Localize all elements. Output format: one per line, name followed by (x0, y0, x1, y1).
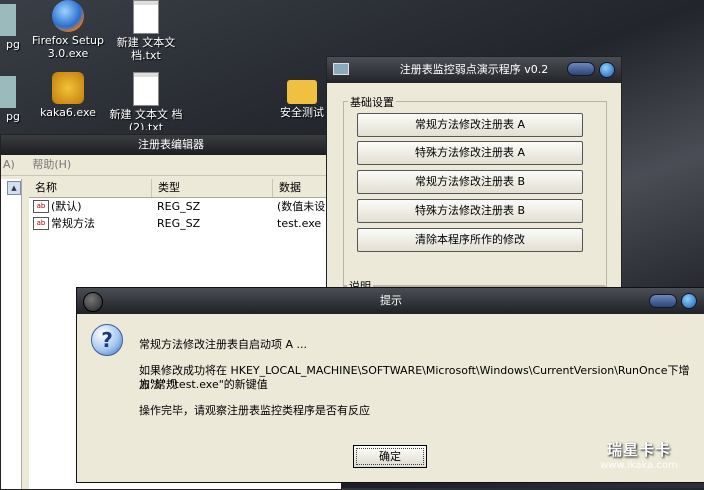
question-icon: ? (91, 324, 123, 356)
column-header-type[interactable]: 类型 (152, 179, 273, 197)
special-modify-a-button[interactable]: 特殊方法修改注册表 A (357, 141, 583, 165)
menu-item-partial[interactable]: A) (3, 158, 15, 171)
value-type: REG_SZ (157, 200, 201, 213)
message-line-2b: 方法","test.exe"的新键值 (139, 378, 268, 391)
watermark: 瑞星卡卡 www.ikaka.com (574, 440, 704, 480)
menu-item-help[interactable]: 帮助(H) (32, 158, 71, 171)
desktop-icon-text-file[interactable]: 新建 文本文 档.txt (106, 0, 186, 62)
firefox-icon (52, 0, 84, 32)
watermark-logo: 瑞星卡卡 (606, 441, 671, 459)
special-modify-b-button[interactable]: 特殊方法修改注册表 B (357, 199, 583, 223)
desktop-icon-firefox-setup[interactable]: Firefox Setup 3.0.exe (28, 0, 108, 60)
window-title: 注册表监控弱点演示程序 v0.2 (399, 63, 549, 76)
string-value-icon: ab (33, 200, 49, 213)
dialog-title: 提示 (380, 294, 402, 307)
desktop-icon-label: 新建 文本文 档.txt (116, 36, 176, 62)
image-icon (0, 4, 16, 36)
column-header-name[interactable]: 名称 (29, 179, 152, 197)
dialog-title-bar[interactable]: 提示 (77, 288, 704, 314)
clear-changes-button[interactable]: 清除本程序所作的修改 (357, 228, 583, 252)
minimize-icon[interactable] (649, 294, 677, 308)
value-data: test.exe (277, 217, 322, 230)
group-label: 基础设置 (348, 94, 396, 110)
desktop-icon-kaka[interactable]: kaka6.exe (28, 72, 108, 119)
normal-modify-a-button[interactable]: 常规方法修改注册表 A (357, 113, 583, 137)
text-file-icon (133, 0, 159, 34)
app-icon (83, 292, 103, 312)
desktop-icon-text-file-2[interactable]: 新建 文本文 档 (2).txt (106, 72, 186, 130)
list-header: 名称 类型 数据 (29, 179, 341, 198)
scroll-up-arrow-icon[interactable]: ▲ (7, 181, 21, 195)
minimize-icon[interactable] (567, 62, 595, 76)
image-icon (0, 76, 16, 108)
menu-bar: A) 帮助(H) (1, 155, 341, 176)
desktop-icon-label: kaka6.exe (40, 106, 96, 119)
message-line-1: 常规方法修改注册表自启动项 A ... (139, 338, 308, 351)
value-data: (数值未设 (277, 200, 326, 213)
window-title-bar[interactable]: 注册表监控弱点演示程序 v0.2 (327, 57, 621, 83)
text-file-icon (133, 72, 159, 106)
value-name: 常规方法 (51, 217, 95, 230)
window-title: 注册表编辑器 (1, 135, 341, 155)
desktop-icon-label: 新建 文本文 档 (2).txt (109, 108, 183, 130)
message-line-3: 操作完毕，请观察注册表监控类程序是否有反应 (139, 404, 370, 417)
close-icon[interactable] (681, 293, 697, 309)
table-row[interactable]: ab 常规方法 REG_SZ test.exe (29, 215, 341, 232)
app-icon[interactable] (333, 63, 349, 75)
value-type: REG_SZ (157, 217, 201, 230)
kaka-icon (52, 72, 84, 104)
normal-modify-b-button[interactable]: 常规方法修改注册表 B (357, 170, 583, 194)
desktop-icon-label: Firefox Setup 3.0.exe (32, 34, 104, 60)
folder-icon (287, 80, 317, 104)
tree-pane[interactable]: ▲ (1, 179, 22, 489)
watermark-url: www.ikaka.com (600, 460, 678, 471)
table-row[interactable]: ab (默认) REG_SZ (数值未设 (29, 198, 341, 215)
string-value-icon: ab (33, 217, 49, 230)
value-name: (默认) (51, 200, 82, 213)
ok-button[interactable]: 确定 (353, 445, 427, 468)
close-icon[interactable] (599, 62, 615, 78)
